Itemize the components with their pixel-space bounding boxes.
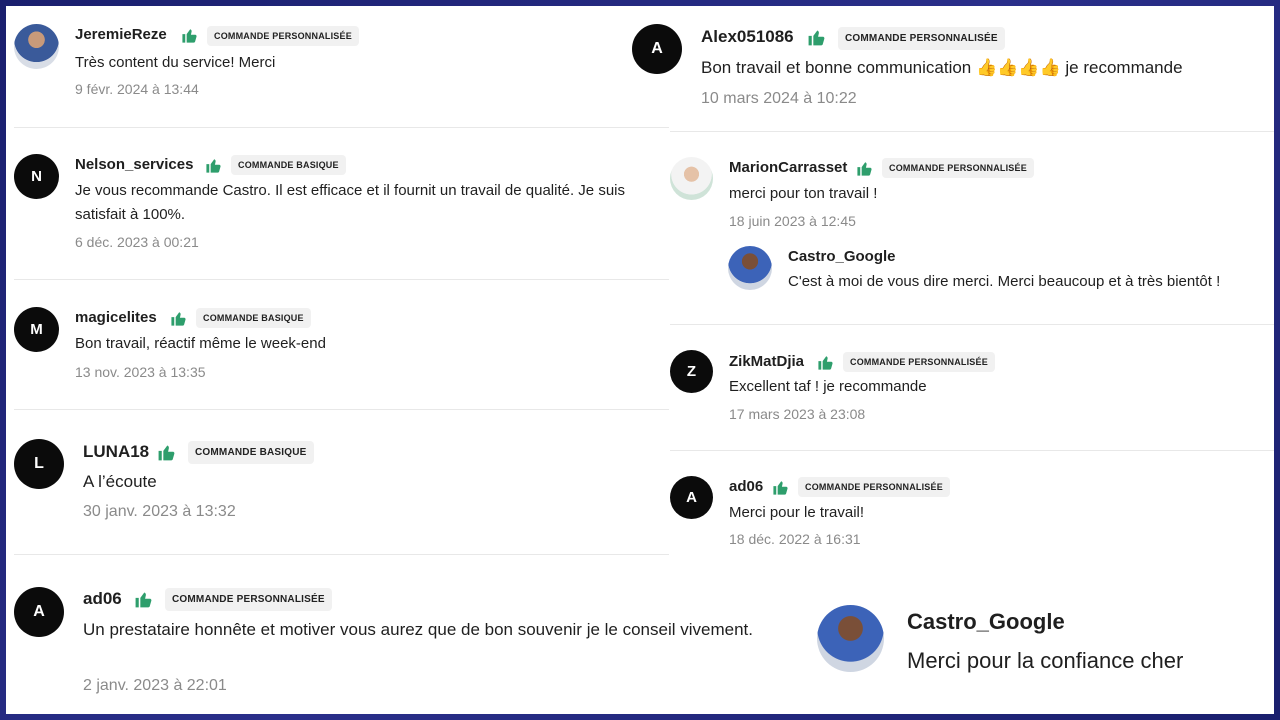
review-date: 18 juin 2023 à 12:45 <box>729 213 856 229</box>
seller-name[interactable]: Castro_Google <box>907 609 1065 635</box>
review-date: 10 mars 2024 à 10:22 <box>701 90 857 107</box>
divider <box>14 554 669 555</box>
thumbs-up-icon <box>807 28 826 52</box>
thumbs-up-icon <box>205 157 222 179</box>
seller-name[interactable]: Castro_Google <box>788 248 896 265</box>
order-type-badge: Commande basique <box>196 308 311 328</box>
avatar[interactable]: M <box>14 307 59 352</box>
avatar[interactable]: N <box>14 154 59 199</box>
avatar[interactable]: A <box>632 24 682 74</box>
review-date: 30 janv. 2023 à 13:32 <box>83 503 236 520</box>
reviewer-name[interactable]: ZikMatDjia <box>729 353 804 370</box>
thumbs-up-icon <box>817 354 834 376</box>
order-type-badge: Commande personnalisée <box>882 158 1034 178</box>
reviewer-name[interactable]: LUNA18 <box>83 442 149 462</box>
avatar[interactable] <box>14 24 59 69</box>
order-type-badge: Commande basique <box>231 155 346 175</box>
review-date: 6 déc. 2023 à 00:21 <box>75 234 199 250</box>
divider <box>14 409 669 410</box>
thumbs-up-icon <box>856 160 873 182</box>
avatar[interactable]: Z <box>670 350 713 393</box>
order-type-badge: Commande personnalisée <box>838 27 1005 50</box>
review-text: Je vous recommande Castro. Il est effica… <box>75 182 625 223</box>
review-text: merci pour ton travail ! <box>729 185 878 202</box>
reviewer-name[interactable]: MarionCarrasset <box>729 159 847 176</box>
order-type-badge: Commande personnalisée <box>165 588 332 611</box>
thumbs-up-icon <box>134 590 153 614</box>
reviewer-name[interactable]: Alex051086 <box>701 27 794 47</box>
divider <box>670 450 1274 451</box>
review-date: 18 déc. 2022 à 16:31 <box>729 531 861 547</box>
review-date: 2 janv. 2023 à 22:01 <box>83 677 227 694</box>
seller-reply-text: Merci pour la confiance cher <box>907 648 1184 673</box>
avatar[interactable] <box>670 157 713 200</box>
seller-reply-text: C'est à moi de vous dire merci. Merci be… <box>788 273 1221 290</box>
review-date: 13 nov. 2023 à 13:35 <box>75 364 206 380</box>
review-text: Merci pour le travail! <box>729 504 865 521</box>
order-type-badge: Commande basique <box>188 441 314 464</box>
thumbs-up-icon <box>170 310 187 332</box>
divider <box>670 324 1274 325</box>
reviewer-name[interactable]: JeremieReze <box>75 26 167 43</box>
avatar[interactable]: L <box>14 439 64 489</box>
reviewer-name[interactable]: ad06 <box>729 478 763 495</box>
order-type-badge: Commande personnalisée <box>207 26 359 46</box>
review-text: Excellent taf ! je recommande <box>729 378 927 395</box>
seller-avatar[interactable] <box>817 605 884 672</box>
divider <box>14 279 669 280</box>
order-type-badge: Commande personnalisée <box>843 352 995 372</box>
review-date: 9 févr. 2024 à 13:44 <box>75 81 199 97</box>
review-text: A l’écoute <box>83 472 157 491</box>
reviewer-name[interactable]: Nelson_services <box>75 156 193 173</box>
thumbs-up-icon <box>157 443 176 467</box>
review-text: Un prestataire honnête et motiver vous a… <box>83 620 753 639</box>
review-text: Bon travail et bonne communication 👍👍👍👍 … <box>701 58 1183 77</box>
seller-avatar[interactable] <box>728 246 772 290</box>
reviewer-name[interactable]: ad06 <box>83 589 122 609</box>
review-text: Très content du service! Merci <box>75 54 276 71</box>
review-text: Bon travail, réactif même le week-end <box>75 335 326 352</box>
reviewer-name[interactable]: magicelites <box>75 309 157 326</box>
avatar[interactable]: A <box>670 476 713 519</box>
divider <box>670 131 1274 132</box>
divider <box>14 127 669 128</box>
order-type-badge: Commande personnalisée <box>798 477 950 497</box>
reviews-canvas: JeremieReze Commande personnalisée Très … <box>6 6 1274 714</box>
avatar[interactable]: A <box>14 587 64 637</box>
thumbs-up-icon <box>772 479 789 501</box>
thumbs-up-icon <box>181 27 198 44</box>
review-date: 17 mars 2023 à 23:08 <box>729 406 866 422</box>
